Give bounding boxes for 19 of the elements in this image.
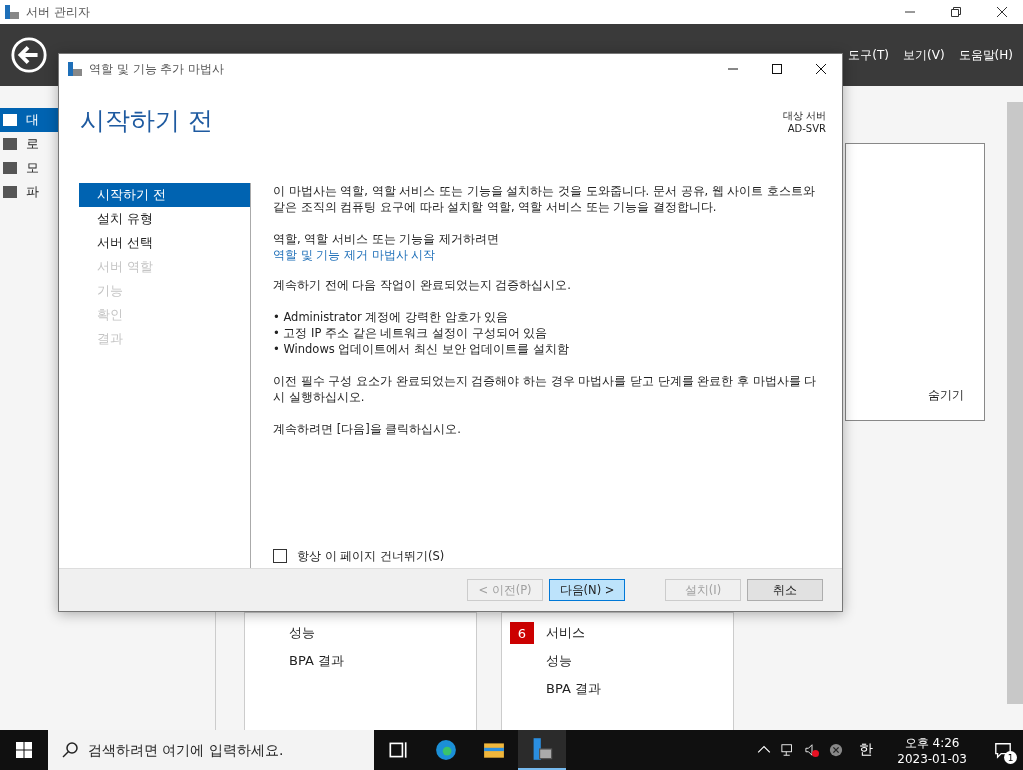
- count-badge: 6: [510, 622, 534, 644]
- notification-badge: 1: [1004, 751, 1017, 764]
- continue-text: 계속하려면 [다음]을 클릭하십시오.: [273, 421, 462, 437]
- target-server-label: 대상 서버: [782, 109, 826, 123]
- verify-text: 계속하기 전에 다음 작업이 완료되었는지 검증하십시오.: [273, 277, 572, 293]
- retry-paragraph: 이전 필수 구성 요소가 완료되었는지 검증해야 하는 경우 마법사를 닫고 단계를 완료한 후 마법사를 다시 실행하십시오.: [273, 373, 818, 405]
- remove-text: 역할, 역할 서비스 또는 기능을 제거하려면: [273, 231, 500, 247]
- bullet-item: • 고정 IP 주소 같은 네트워크 설정이 구성되어 있음: [273, 325, 549, 341]
- intro-paragraph: 이 마법사는 역할, 역할 서비스 또는 기능을 설치하는 것을 도와줍니다. 문서 공유, 웹 사이트 호스트와 같은 조직의 컴퓨팅 요구에 따라 설치할 역할, 역할 서비스 또는 기능을 결정합니다.: [273, 183, 817, 215]
- page-heading: 시작하기 전: [80, 105, 213, 137]
- wizard-step: 기능: [79, 279, 250, 303]
- target-server-name: AD-SVR: [787, 123, 826, 134]
- wizard-step: 서버 역할: [79, 255, 250, 279]
- wizard-step: 결과: [79, 327, 250, 351]
- dialog-title: 역할 및 기능 추가 마법사: [89, 60, 225, 78]
- bullet-item: • Windows 업데이트에서 최신 보안 업데이트를 설치함: [273, 341, 571, 357]
- window-title: 서버 관리자: [26, 3, 90, 21]
- bullet-item: • Administrator 계정에 강력한 암호가 있음: [273, 309, 510, 325]
- wizard-step: 확인: [79, 303, 250, 327]
